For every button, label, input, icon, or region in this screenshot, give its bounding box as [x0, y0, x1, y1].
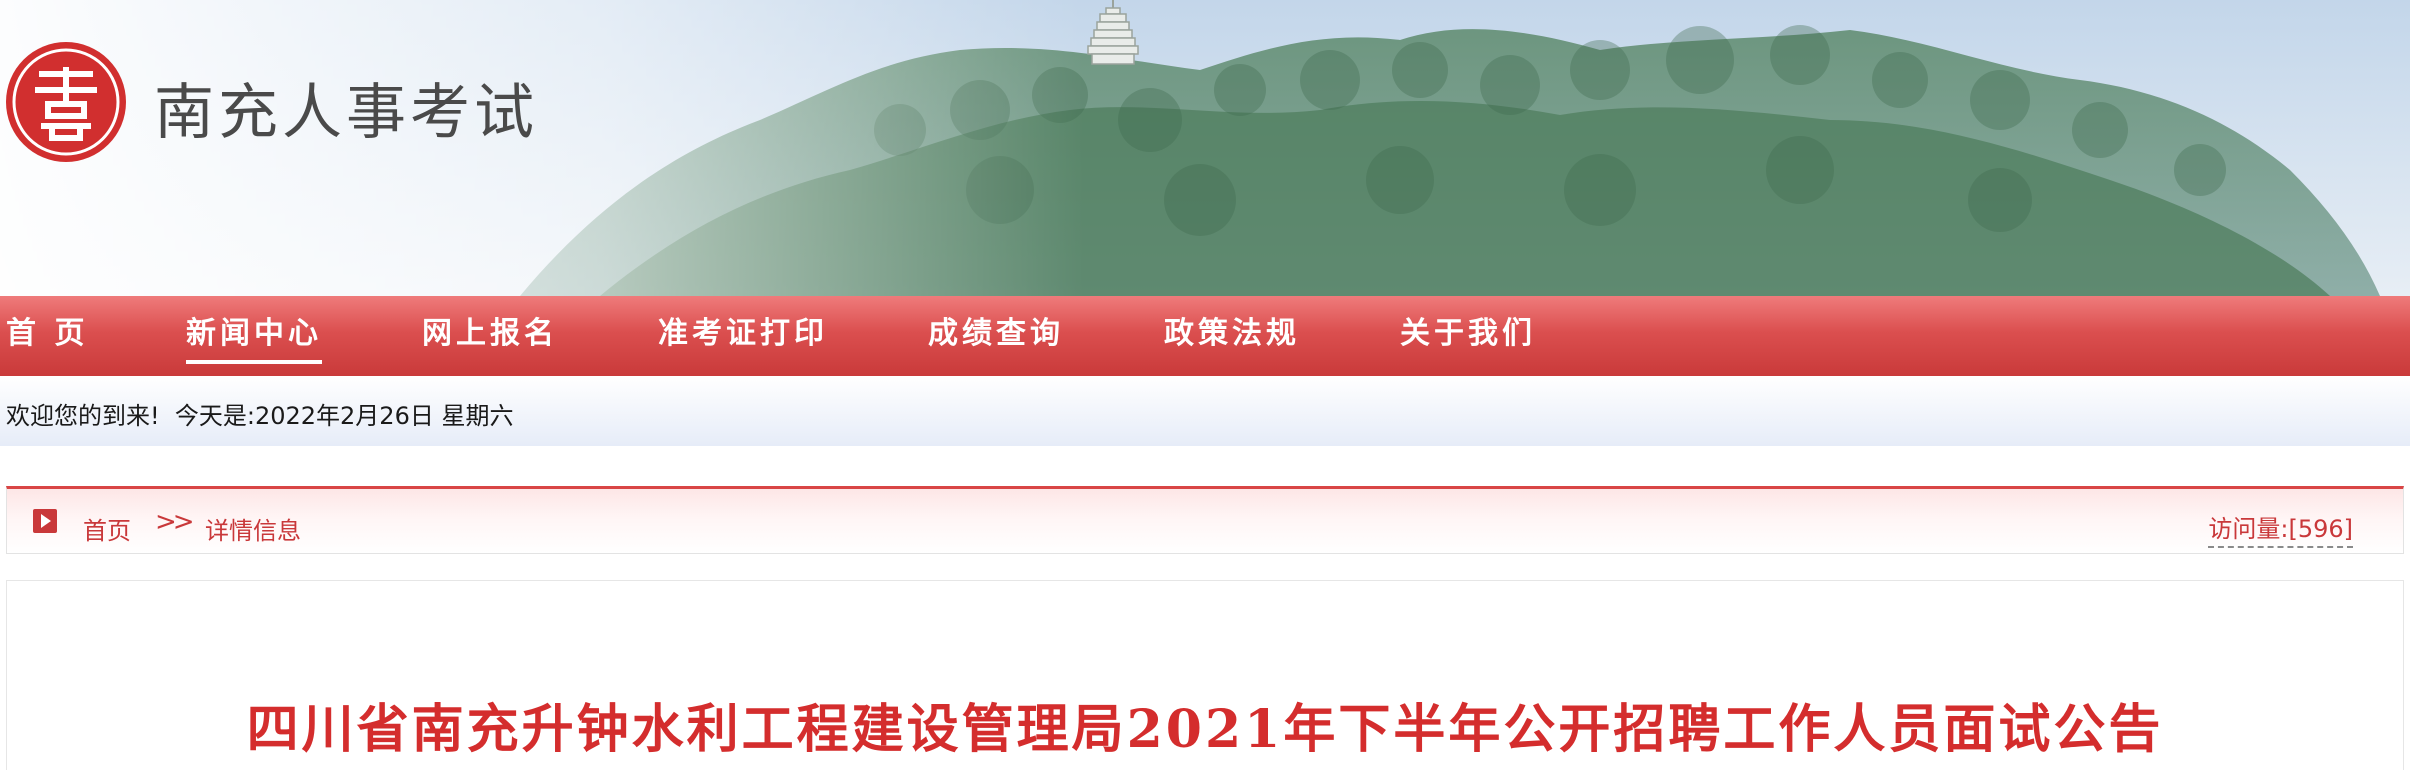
visit-counter: 访问量:[596] [2208, 509, 2353, 548]
breadcrumb-separator: >> [155, 507, 195, 537]
breadcrumb-home-link[interactable]: 首页 [83, 511, 131, 546]
welcome-bar: 欢迎您的到来! 今天是:2022年2月26日 星期六 [0, 376, 2410, 446]
site-title: 南充人事考试 [154, 78, 538, 148]
article-title: 四川省南充升钟水利工程建设管理局2021年下半年公开招聘工作人员面试公告 [246, 699, 2164, 760]
breadcrumb-current: 详情信息 [205, 517, 301, 545]
breadcrumb: 首页 >> 详情信息 访问量:[596] [6, 486, 2404, 554]
nav-item-news-center[interactable]: 新闻中心 [186, 296, 322, 376]
nav-item-admission-ticket[interactable]: 准考证打印 [658, 296, 828, 376]
seal-logo-icon [6, 42, 126, 162]
nav-item-policies[interactable]: 政策法规 [1164, 296, 1300, 376]
header-banner: 南充人事考试 [0, 0, 2410, 296]
play-arrow-icon [33, 509, 57, 533]
nav-item-about-us[interactable]: 关于我们 [1400, 296, 1536, 376]
nav-item-home[interactable]: 首 页 [6, 296, 88, 376]
nav-item-online-registration[interactable]: 网上报名 [422, 296, 558, 376]
nav-item-score-query[interactable]: 成绩查询 [928, 296, 1064, 376]
main-nav: 首 页 新闻中心 网上报名 准考证打印 成绩查询 政策法规 关于我们 [0, 296, 2410, 376]
welcome-date-text: 欢迎您的到来! 今天是:2022年2月26日 星期六 [6, 402, 514, 430]
article-panel: 四川省南充升钟水利工程建设管理局2021年下半年公开招聘工作人员面试公告 [6, 580, 2404, 770]
